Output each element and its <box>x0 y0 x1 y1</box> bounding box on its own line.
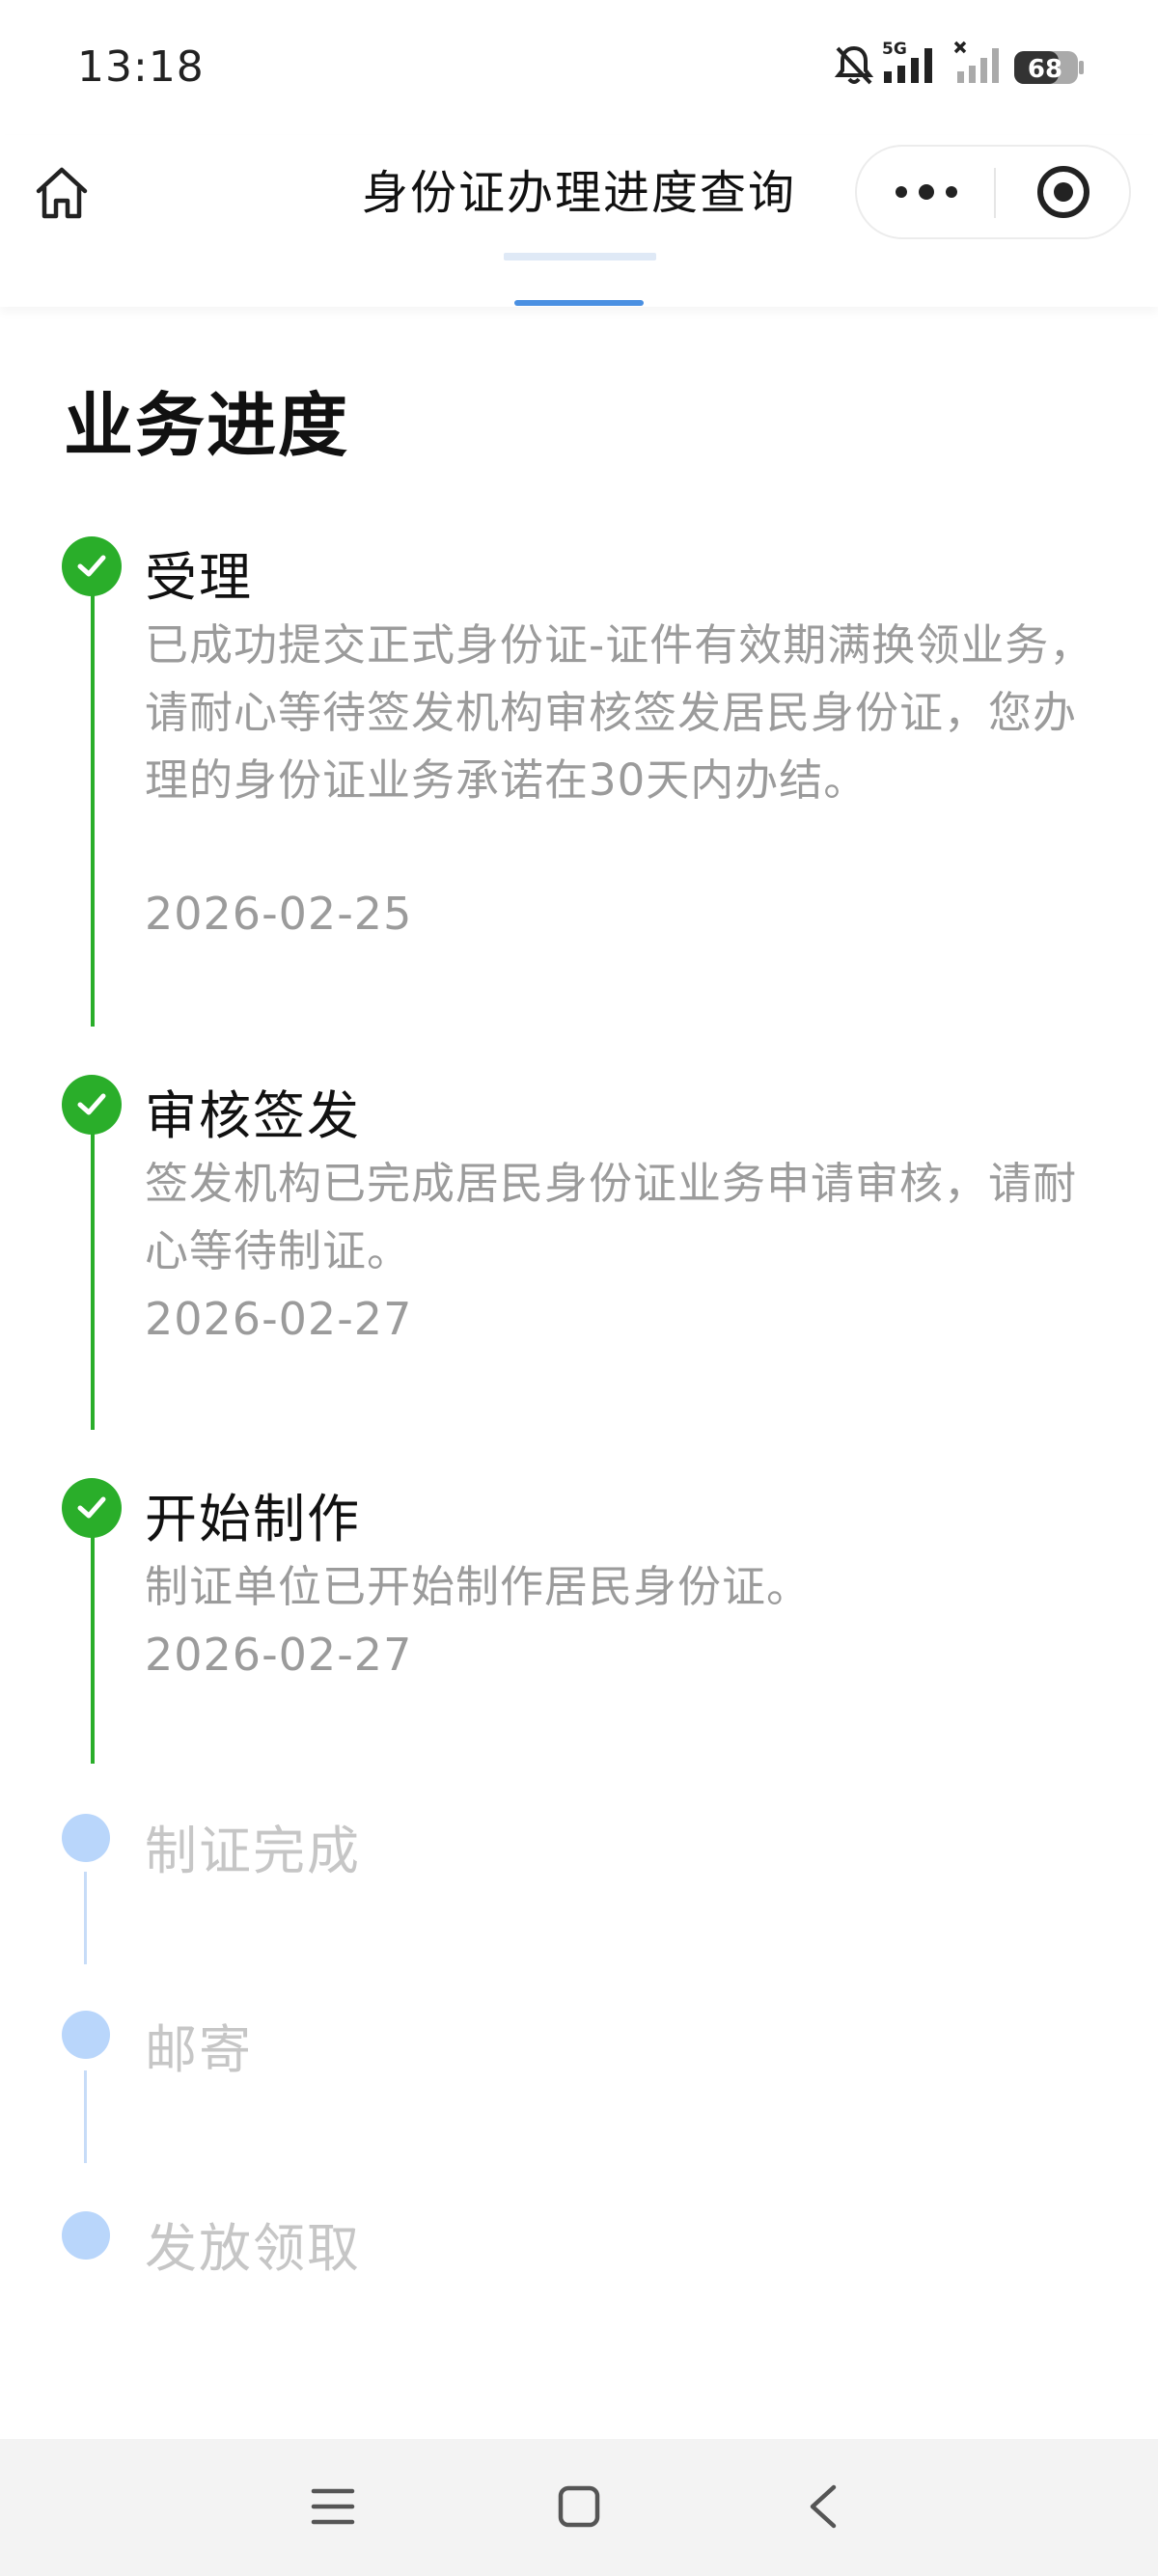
svg-text:68: 68 <box>1028 55 1062 84</box>
square-home-icon[interactable] <box>558 2485 600 2528</box>
step-connector <box>84 2070 87 2163</box>
signal-x-icon <box>953 41 999 83</box>
svg-text:5G: 5G <box>882 40 907 59</box>
status-time: 13:18 <box>77 42 205 92</box>
step-description: 签发机构已完成居民身份证业务申请审核，请耐心等待制证。 <box>145 1158 1078 1276</box>
status-bar: 13:18 5G 68 <box>0 0 1158 135</box>
more-dots-icon[interactable] <box>857 147 995 237</box>
step-connector <box>91 1129 95 1430</box>
step-connector <box>91 1532 95 1764</box>
step-description: 已成功提交正式身份证-证件有效期满换领业务，请耐心等待签发机构审核签发居民身份证… <box>145 619 1094 806</box>
check-icon <box>77 555 106 577</box>
check-icon <box>77 1496 106 1519</box>
status-icons: 5G 68 <box>834 39 1085 93</box>
step-connector <box>91 590 95 1027</box>
step-title: 制证完成 <box>145 1821 361 1881</box>
step-title: 开始制作 <box>145 1489 361 1549</box>
step-title: 受理 <box>145 547 253 608</box>
step-title: 审核签发 <box>145 1085 361 1146</box>
step-pending-dot <box>62 2011 110 2059</box>
back-chevron-icon[interactable] <box>807 2483 840 2530</box>
nav-bar: 身份证办理进度查询 <box>0 135 1158 307</box>
step-description: 制证单位已开始制作居民身份证。 <box>145 1561 812 1612</box>
tab-label-peek <box>504 253 656 260</box>
step-done-dot <box>62 1075 122 1135</box>
step-done-dot <box>62 1478 122 1538</box>
check-icon <box>77 1093 106 1115</box>
step-title: 邮寄 <box>145 2019 253 2080</box>
step-date: 2026-02-27 <box>145 1629 413 1681</box>
step-done-dot <box>62 536 122 596</box>
step-connector <box>84 1872 87 1964</box>
screen: 13:18 5G 68 身份证办理进度查询 业务进度 受理 已成功提交正式身份证… <box>0 0 1158 2576</box>
system-nav-bar <box>0 2439 1158 2576</box>
section-title: 业务进度 <box>64 385 350 466</box>
tab-indicator <box>514 300 644 306</box>
mute-bell-icon <box>834 45 874 85</box>
mini-program-capsule <box>855 145 1131 239</box>
step-date: 2026-02-27 <box>145 1293 413 1345</box>
menu-icon[interactable] <box>311 2485 355 2528</box>
step-pending-dot <box>62 2211 110 2260</box>
signal-5g-icon: 5G <box>882 40 932 83</box>
step-pending-dot <box>62 1814 110 1862</box>
step-date: 2026-02-25 <box>145 888 413 940</box>
target-close-icon[interactable] <box>996 147 1131 237</box>
battery-icon: 68 <box>1014 51 1084 84</box>
step-title: 发放领取 <box>145 2218 361 2279</box>
